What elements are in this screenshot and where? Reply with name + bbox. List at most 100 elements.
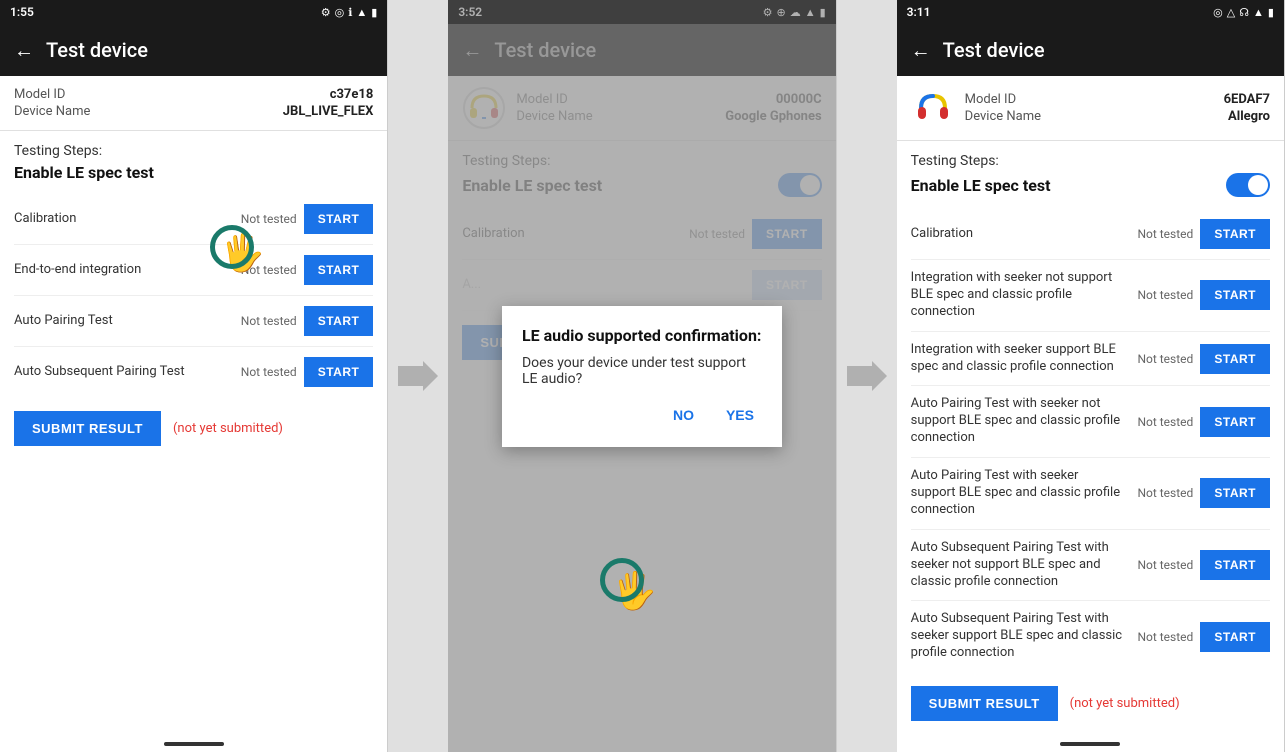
test-status-5-3: Not tested xyxy=(1130,558,1200,572)
dialog-message-2: Does your device under test support LE a… xyxy=(522,355,762,387)
device-card-3: Model ID 6EDAF7 Device Name Allegro xyxy=(897,76,1284,141)
enable-le-row-3: Enable LE spec test xyxy=(911,173,1270,197)
start-btn-6-3[interactable]: START xyxy=(1200,622,1270,652)
phone-screen-2: 3:52 ⚙ ⊕ ☁ ▲ ▮ ← Test device Model ID xyxy=(448,0,836,752)
test-name-calibration-1: Calibration xyxy=(14,211,234,228)
test-status-2-3: Not tested xyxy=(1130,352,1200,366)
status-bar-3: 3:11 ◎ △ ☊ ▲ ▮ xyxy=(897,0,1284,24)
dialog-buttons-2: NO YES xyxy=(522,403,762,427)
start-btn-subsequent-1[interactable]: START xyxy=(304,357,374,387)
start-btn-2-3[interactable]: START xyxy=(1200,344,1270,374)
test-name-6-3: Auto Subsequent Pairing Test with seeker… xyxy=(911,611,1131,662)
circle-icon-3: ◎ xyxy=(1213,6,1223,19)
test-status-6-3: Not tested xyxy=(1130,630,1200,644)
device-info-1: Model ID c37e18 Device Name JBL_LIVE_FLE… xyxy=(14,86,373,120)
dialog-title-2: LE audio supported confirmation: xyxy=(522,326,762,345)
dialog-no-btn[interactable]: NO xyxy=(665,403,702,427)
start-btn-1-3[interactable]: START xyxy=(1200,280,1270,310)
submit-row-1: SUBMIT RESULT (not yet submitted) xyxy=(14,397,373,452)
cursor-hand-2: 🖐 xyxy=(612,570,657,612)
test-name-e2e-1: End-to-end integration xyxy=(14,262,234,279)
back-arrow-1[interactable]: ← xyxy=(14,38,34,63)
dialog-box-2: LE audio supported confirmation: Does yo… xyxy=(502,306,782,447)
phone-screen-1: 1:55 ⚙ ◎ ℹ ▲ ▮ ← Test device Model ID c3… xyxy=(0,0,388,752)
device-name-row-1: Device Name JBL_LIVE_FLEX xyxy=(14,103,373,120)
start-btn-0-3[interactable]: START xyxy=(1200,219,1270,249)
testing-steps-1: Testing Steps: xyxy=(14,143,373,159)
arrow-1 xyxy=(388,0,448,752)
test-row-1-3: Integration with seeker not support BLE … xyxy=(911,260,1270,332)
arrow-icon-2 xyxy=(847,361,887,391)
device-value-3: Allegro xyxy=(1228,109,1270,124)
top-bar-3: ← Test device xyxy=(897,24,1284,76)
content-3: Testing Steps: Enable LE spec test Calib… xyxy=(897,141,1284,736)
test-row-6-3: Auto Subsequent Pairing Test with seeker… xyxy=(911,601,1270,672)
start-btn-4-3[interactable]: START xyxy=(1200,478,1270,508)
wifi-icon-3: ▲ xyxy=(1253,6,1264,19)
test-status-1-3: Not tested xyxy=(1130,288,1200,302)
test-row-autopairing-1: Auto Pairing Test Not tested START xyxy=(14,296,373,347)
test-row-5-3: Auto Subsequent Pairing Test with seeker… xyxy=(911,530,1270,602)
gear-icon: ⚙ xyxy=(321,6,331,19)
test-status-calibration-1: Not tested xyxy=(234,212,304,226)
toggle-3[interactable] xyxy=(1226,173,1270,197)
test-row-4-3: Auto Pairing Test with seeker support BL… xyxy=(911,458,1270,530)
test-status-subsequent-1: Not tested xyxy=(234,365,304,379)
phone-screen-3: 3:11 ◎ △ ☊ ▲ ▮ ← Test device Model ID 6E… xyxy=(897,0,1285,752)
arrow-2 xyxy=(837,0,897,752)
signal-icon-3: ☊ xyxy=(1239,6,1249,19)
model-id-label-1: Model ID xyxy=(14,87,65,102)
start-btn-5-3[interactable]: START xyxy=(1200,550,1270,580)
submit-row-3: SUBMIT RESULT (not yet submitted) xyxy=(911,672,1270,727)
enable-le-row-1: Enable LE spec test xyxy=(14,163,373,182)
test-status-0-3: Not tested xyxy=(1130,227,1200,241)
info-icon: ℹ xyxy=(348,6,352,19)
not-submitted-3: (not yet submitted) xyxy=(1070,696,1180,711)
start-btn-calibration-1[interactable]: START xyxy=(304,204,374,234)
test-row-calibration-1: Calibration Not tested START xyxy=(14,194,373,245)
submit-btn-3[interactable]: SUBMIT RESULT xyxy=(911,686,1058,721)
enable-le-title-1: Enable LE spec test xyxy=(14,163,154,182)
time-1: 1:55 xyxy=(10,5,34,19)
battery-icon-3: ▮ xyxy=(1268,6,1274,19)
battery-icon: ▮ xyxy=(371,6,377,19)
testing-steps-3: Testing Steps: xyxy=(911,153,1270,169)
arrow-icon-1 xyxy=(398,361,438,391)
test-status-e2e-1: Not tested xyxy=(234,263,304,277)
top-bar-1: ← Test device xyxy=(0,24,387,76)
test-name-subsequent-1: Auto Subsequent Pairing Test xyxy=(14,364,234,381)
cursor-circle-2 xyxy=(600,558,644,602)
home-indicator-3 xyxy=(1060,742,1120,746)
test-name-5-3: Auto Subsequent Pairing Test with seeker… xyxy=(911,540,1131,591)
model-value-3: 6EDAF7 xyxy=(1224,92,1270,107)
submit-btn-1[interactable]: SUBMIT RESULT xyxy=(14,411,161,446)
start-btn-3-3[interactable]: START xyxy=(1200,407,1270,437)
enable-le-title-3: Enable LE spec test xyxy=(911,176,1051,195)
model-id-value-1: c37e18 xyxy=(330,87,374,102)
test-name-autopairing-1: Auto Pairing Test xyxy=(14,313,234,330)
circle-icon: ◎ xyxy=(335,6,345,19)
test-status-autopairing-1: Not tested xyxy=(234,314,304,328)
test-name-4-3: Auto Pairing Test with seeker support BL… xyxy=(911,468,1131,519)
model-label-3: Model ID xyxy=(965,92,1016,107)
start-btn-autopairing-1[interactable]: START xyxy=(304,306,374,336)
title-1: Test device xyxy=(46,38,148,62)
device-info-3: Model ID 6EDAF7 Device Name Allegro xyxy=(965,91,1270,125)
content-1: Testing Steps: Enable LE spec test Calib… xyxy=(0,131,387,736)
home-bar-3 xyxy=(897,736,1284,752)
test-name-3-3: Auto Pairing Test with seeker not suppor… xyxy=(911,396,1131,447)
test-name-0-3: Calibration xyxy=(911,226,1131,243)
test-row-0-3: Calibration Not tested START xyxy=(911,209,1270,260)
home-bar-1 xyxy=(0,736,387,752)
cursor-overlay-2: 🖐 xyxy=(612,570,657,612)
time-3: 3:11 xyxy=(907,5,931,19)
device-card-1: Model ID c37e18 Device Name JBL_LIVE_FLE… xyxy=(0,76,387,131)
dialog-overlay-2: LE audio supported confirmation: Does yo… xyxy=(448,0,835,752)
not-submitted-1: (not yet submitted) xyxy=(173,421,283,436)
start-btn-e2e-1[interactable]: START xyxy=(304,255,374,285)
test-name-2-3: Integration with seeker support BLE spec… xyxy=(911,342,1131,376)
device-name-label-1: Device Name xyxy=(14,104,90,119)
test-status-3-3: Not tested xyxy=(1130,415,1200,429)
back-arrow-3[interactable]: ← xyxy=(911,38,931,63)
dialog-yes-btn[interactable]: YES xyxy=(718,403,762,427)
